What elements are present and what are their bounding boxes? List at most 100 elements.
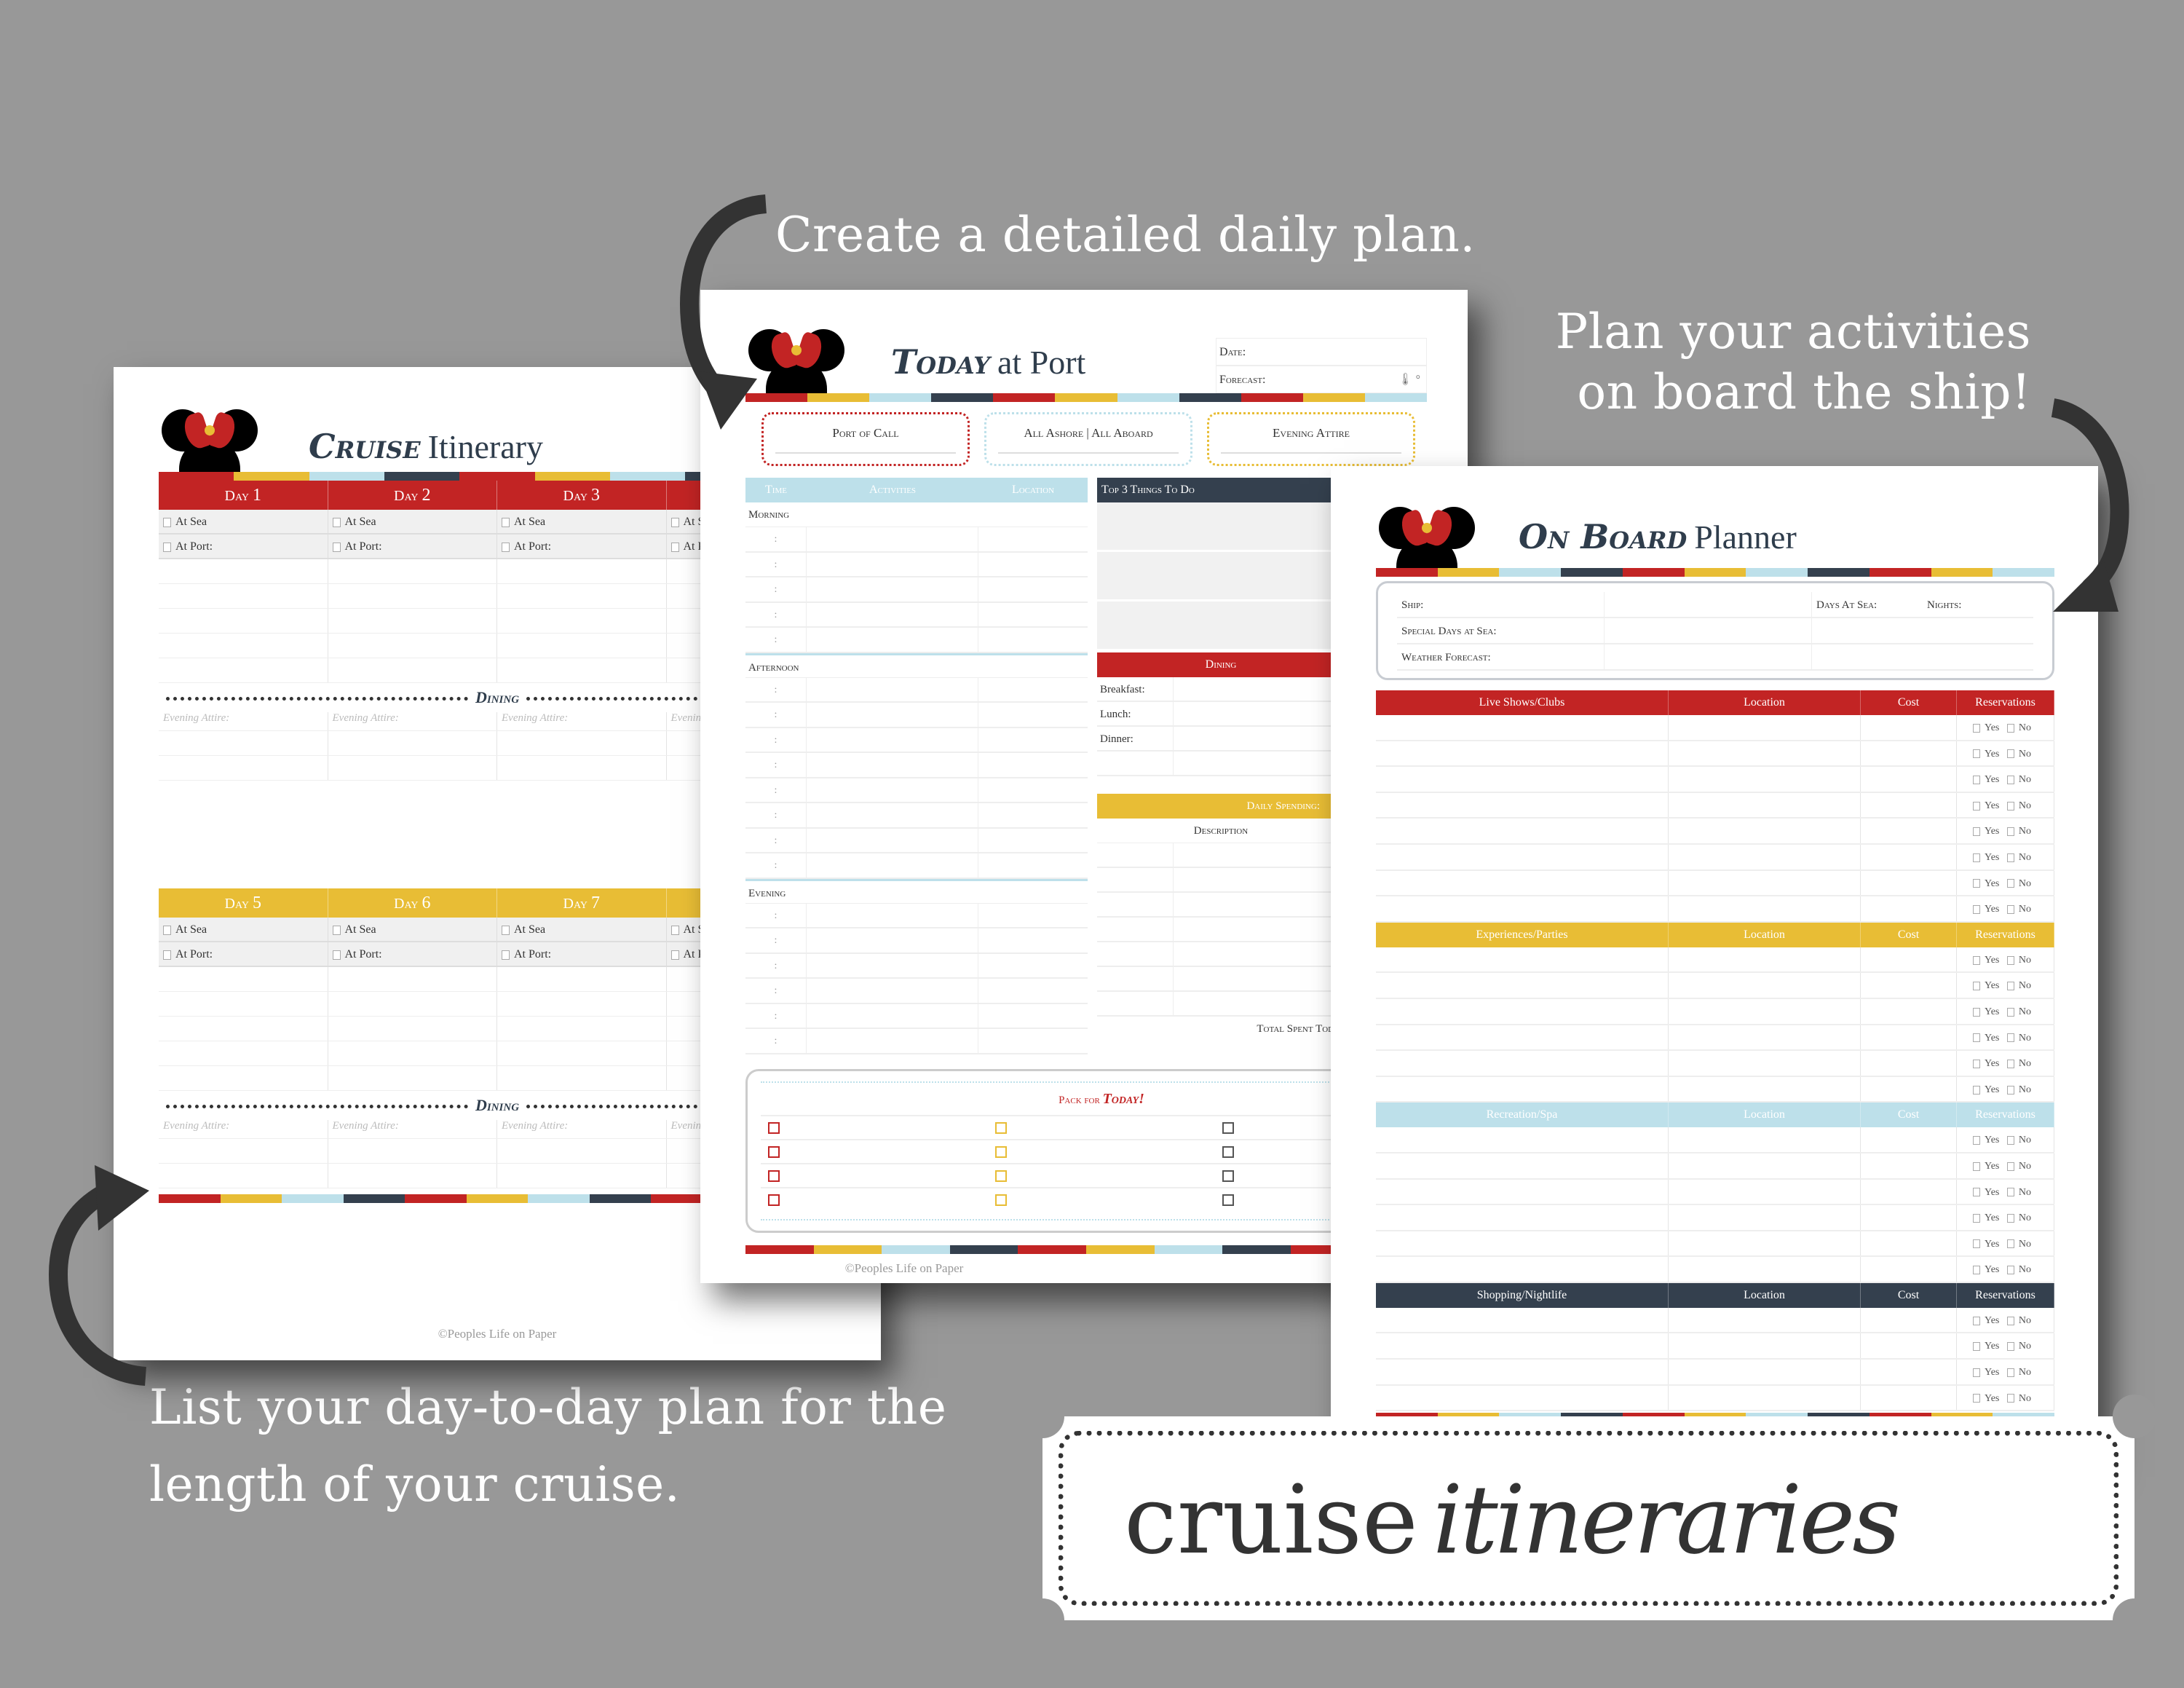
activity-row[interactable]: Yes No [1376,1333,2054,1360]
location-field[interactable] [978,829,1088,853]
yes-checkbox[interactable] [1973,1033,1980,1043]
activity-field[interactable] [807,953,978,977]
activity-field[interactable] [807,903,978,927]
no-checkbox[interactable] [2006,827,2014,837]
yes-checkbox[interactable] [1973,775,1980,784]
pack-checkbox[interactable] [995,1170,1007,1182]
activity-field[interactable] [807,1003,978,1028]
location-field[interactable] [978,728,1088,752]
yes-checkbox[interactable] [1973,827,1980,837]
schedule-row[interactable]: : [745,753,1088,778]
at-port-checkbox[interactable] [502,950,510,960]
special-days-row[interactable]: Special Days at Sea: [1397,618,2033,644]
no-checkbox[interactable] [2006,749,2014,759]
activity-field[interactable] [807,552,978,576]
location-field[interactable] [978,703,1088,727]
activity-row[interactable]: Yes No [1376,819,2054,845]
location-field[interactable] [978,904,1088,928]
yes-checkbox[interactable] [1973,1162,1980,1171]
at-sea-checkbox[interactable] [670,925,679,935]
time-field[interactable]: : [745,979,807,1003]
spending-row[interactable] [1097,942,1345,967]
location-field[interactable] [978,628,1088,652]
activity-row[interactable]: Yes No [1376,767,2054,793]
activity-field[interactable] [807,928,978,953]
time-field[interactable]: : [745,1029,807,1053]
schedule-row[interactable]: : [745,803,1088,829]
forecast-field[interactable]: Forecast: 🌡 ° [1216,366,1426,394]
schedule-row[interactable]: : [745,527,1088,553]
activity-row[interactable]: Yes No [1376,1205,2054,1231]
no-checkbox[interactable] [2006,1316,2014,1325]
activity-row[interactable]: Yes No [1376,1307,2054,1334]
at-sea-checkbox[interactable] [332,517,341,527]
pack-checkbox[interactable] [768,1122,780,1134]
activity-row[interactable]: Yes No [1376,1257,2054,1283]
at-port-checkbox[interactable] [332,950,341,960]
yes-checkbox[interactable] [1973,853,1980,862]
schedule-row[interactable]: : [745,703,1088,728]
no-checkbox[interactable] [2006,723,2014,733]
at-port-checkbox[interactable] [163,950,171,960]
activity-row[interactable]: Yes No [1376,870,2054,897]
schedule-row[interactable]: : [745,828,1088,853]
activity-row[interactable]: Yes No [1376,1179,2054,1206]
activity-field[interactable] [807,753,978,777]
port-of-call-ticket[interactable]: Port of Call [761,412,970,466]
activity-row[interactable]: Yes No [1376,715,2054,741]
time-field[interactable]: : [745,928,807,953]
activity-field[interactable] [807,602,978,626]
yes-checkbox[interactable] [1973,1188,1980,1197]
time-field[interactable]: : [745,577,807,602]
time-field[interactable]: : [745,853,807,877]
no-checkbox[interactable] [2006,1033,2014,1043]
spending-row[interactable] [1097,868,1345,893]
no-checkbox[interactable] [2006,1059,2014,1068]
yes-checkbox[interactable] [1973,1085,1980,1095]
activity-field[interactable] [807,527,978,551]
schedule-row[interactable]: : [745,577,1088,603]
location-field[interactable] [978,979,1088,1003]
pack-checkbox[interactable] [1222,1170,1234,1182]
yes-checkbox[interactable] [1973,1213,1980,1223]
activity-field[interactable] [807,778,978,802]
activity-field[interactable] [807,727,978,752]
time-field[interactable]: : [745,527,807,551]
activity-row[interactable]: Yes No [1376,1385,2054,1412]
top3-item[interactable] [1097,552,1345,602]
weather-row[interactable]: Weather Forecast: [1397,644,2033,671]
activity-row[interactable]: Yes No [1376,844,2054,871]
pack-checkbox[interactable] [995,1194,1007,1206]
no-checkbox[interactable] [2006,1368,2014,1377]
no-checkbox[interactable] [2006,982,2014,991]
location-field[interactable] [978,603,1088,627]
activity-field[interactable] [807,828,978,852]
at-sea-checkbox[interactable] [163,517,171,527]
time-field[interactable]: : [745,727,807,752]
schedule-row[interactable]: : [745,1029,1088,1054]
schedule-row[interactable]: : [745,928,1088,954]
no-checkbox[interactable] [2006,1136,2014,1145]
pack-checkbox[interactable] [768,1170,780,1182]
pack-checkbox[interactable] [768,1146,780,1158]
pack-checkbox[interactable] [768,1194,780,1206]
spending-row[interactable] [1097,918,1345,942]
activity-row[interactable]: Yes No [1376,1153,2054,1180]
activity-row[interactable]: Yes No [1376,792,2054,819]
yes-checkbox[interactable] [1973,1394,1980,1403]
no-checkbox[interactable] [2006,1007,2014,1017]
location-field[interactable] [978,954,1088,978]
at-sea-checkbox[interactable] [163,925,171,935]
activity-row[interactable]: Yes No [1376,896,2054,923]
yes-checkbox[interactable] [1973,1342,1980,1352]
activity-row[interactable]: Yes No [1376,1127,2054,1153]
location-field[interactable] [978,1004,1088,1028]
no-checkbox[interactable] [2006,904,2014,914]
at-sea-checkbox[interactable] [670,517,679,527]
yes-checkbox[interactable] [1973,1136,1980,1145]
schedule-row[interactable]: : [745,727,1088,753]
yes-checkbox[interactable] [1973,1059,1980,1068]
location-field[interactable] [978,778,1088,802]
yes-checkbox[interactable] [1973,982,1980,991]
time-field[interactable]: : [745,1003,807,1028]
